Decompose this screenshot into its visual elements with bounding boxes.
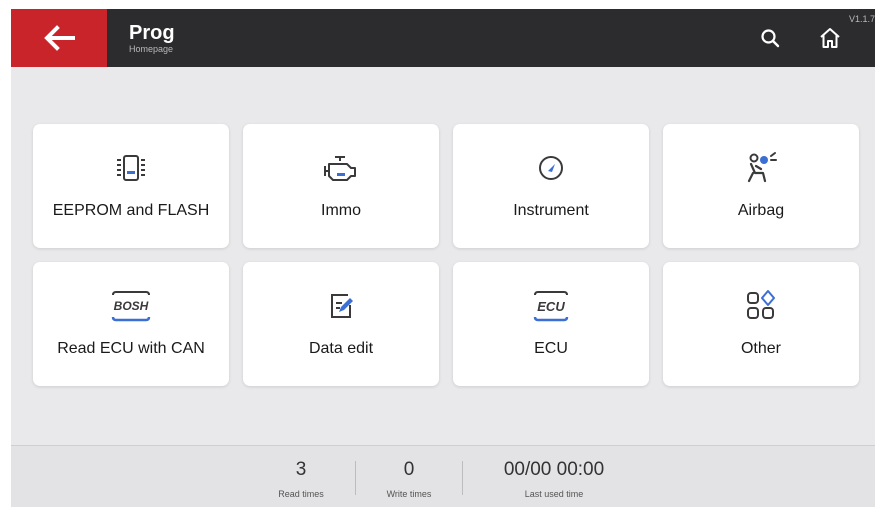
- gauge-icon: [539, 156, 563, 180]
- tile-airbag[interactable]: Airbag: [663, 124, 859, 248]
- write-times-caption: Write times: [386, 489, 432, 499]
- tile-immo[interactable]: Immo: [243, 124, 439, 248]
- apps-icon: [747, 290, 775, 319]
- tile-label: EEPROM and FLASH: [52, 202, 210, 219]
- page-title: Prog: [129, 22, 175, 44]
- version-label: V1.1.7: [848, 14, 875, 24]
- read-times-caption: Read times: [278, 489, 324, 499]
- ecu-icon-text: ECU: [537, 299, 565, 314]
- tile-data-edit[interactable]: Data edit: [243, 262, 439, 386]
- write-times-value: 0: [403, 459, 415, 480]
- tile-label: ECU: [534, 340, 568, 357]
- search-button[interactable]: [756, 24, 784, 52]
- last-used-stat: 00/00 00:00 Last used time: [479, 459, 629, 499]
- bosh-icon: BOSH: [111, 291, 151, 322]
- home-button[interactable]: [816, 24, 844, 52]
- last-used-value: 00/00 00:00: [503, 459, 605, 480]
- stats-footer: 3 Read times 0 Write times 00/00 00:00 L…: [11, 445, 875, 507]
- search-icon: [761, 29, 780, 48]
- tile-label: Instrument: [513, 202, 589, 219]
- tile-read-ecu-can[interactable]: BOSH Read ECU with CAN: [33, 262, 229, 386]
- tile-label: Airbag: [737, 202, 785, 219]
- tile-label: Immo: [321, 202, 361, 219]
- home-icon: [820, 28, 840, 48]
- last-used-caption: Last used time: [524, 489, 584, 499]
- tile-other[interactable]: Other: [663, 262, 859, 386]
- write-times-stat: 0 Write times: [369, 459, 449, 499]
- bosh-icon-text: BOSH: [114, 299, 149, 313]
- airbag-icon: [747, 152, 777, 183]
- tile-label: Other: [740, 340, 781, 357]
- read-times-stat: 3 Read times: [261, 459, 341, 499]
- tile-ecu[interactable]: ECU ECU: [453, 262, 649, 386]
- engine-icon: [324, 156, 356, 181]
- tile-label: Read ECU with CAN: [57, 340, 205, 357]
- function-grid: EEPROM and FLASH Immo Instrument Airbag …: [33, 124, 859, 386]
- chip-icon: [117, 155, 145, 181]
- page-subtitle: Homepage: [129, 44, 174, 54]
- title-block: Prog Homepage: [129, 22, 175, 55]
- tile-eeprom-flash[interactable]: EEPROM and FLASH: [33, 124, 229, 248]
- app-screen: Prog Homepage V1.1.7 EEPROM and FLASH Im…: [11, 9, 875, 507]
- read-times-value: 3: [295, 459, 307, 480]
- tile-label: Data edit: [308, 340, 374, 357]
- edit-icon: [331, 294, 353, 318]
- divider: [355, 461, 356, 495]
- divider: [462, 461, 463, 495]
- ecu-icon: ECU: [533, 291, 569, 322]
- tile-instrument[interactable]: Instrument: [453, 124, 649, 248]
- top-bar: Prog Homepage V1.1.7: [11, 9, 875, 67]
- back-arrow-icon: [44, 25, 75, 51]
- back-button[interactable]: [11, 9, 107, 67]
